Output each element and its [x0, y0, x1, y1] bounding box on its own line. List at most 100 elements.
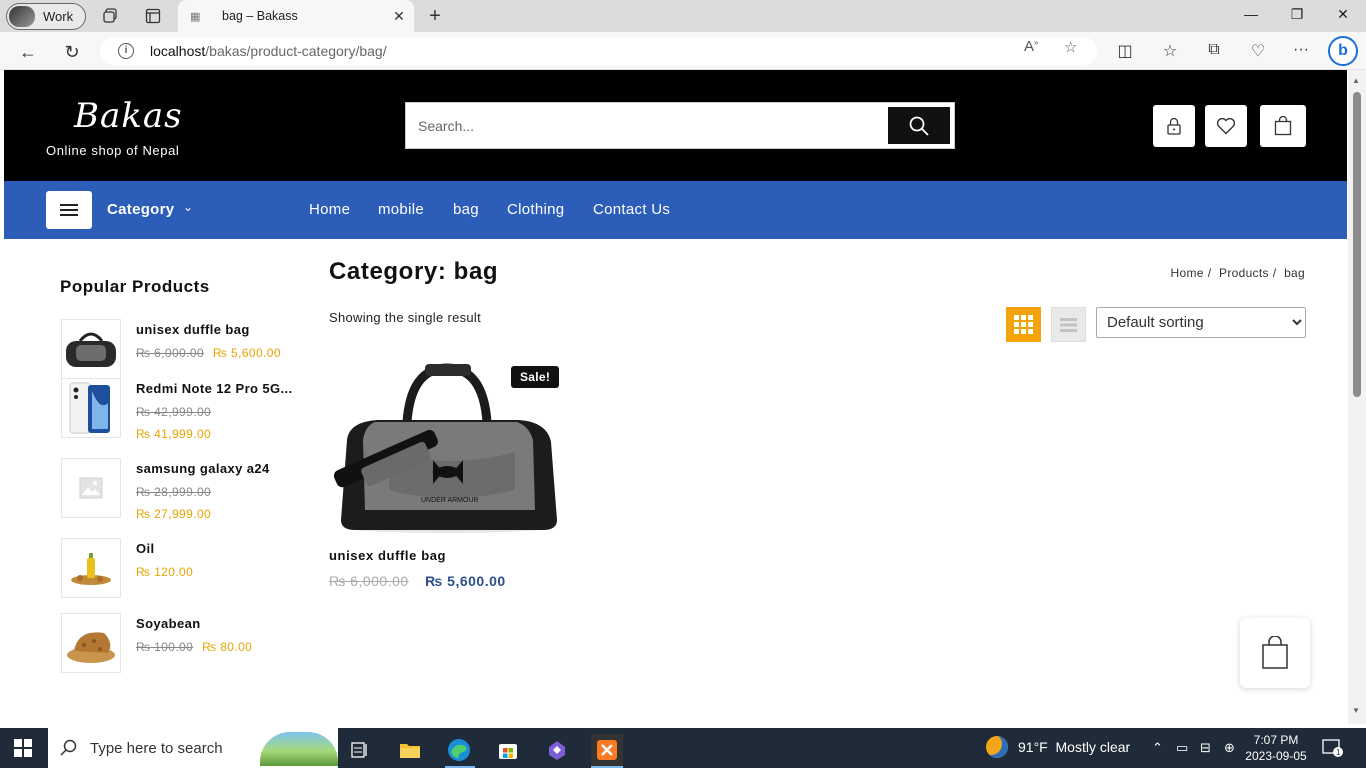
- product-name[interactable]: Soyabean: [136, 616, 296, 631]
- cart-button[interactable]: [1260, 105, 1306, 147]
- profile-label: Work: [43, 9, 74, 24]
- breadcrumb-products[interactable]: Products: [1219, 266, 1269, 280]
- scrollbar-thumb[interactable]: [1353, 92, 1361, 397]
- task-view-icon[interactable]: [344, 734, 376, 766]
- notification-center-icon[interactable]: 1: [1322, 738, 1344, 763]
- notification-count: 1: [1336, 748, 1341, 757]
- hamburger-menu-button[interactable]: [46, 191, 92, 229]
- breadcrumb: Home / Products / bag: [1167, 266, 1305, 280]
- clock-time: 7:07 PM: [1253, 733, 1299, 747]
- breadcrumb-current: bag: [1284, 266, 1305, 280]
- list-view-button[interactable]: [1051, 307, 1086, 342]
- close-window-icon[interactable]: ✕: [1328, 6, 1358, 23]
- split-screen-icon[interactable]: ◫: [1114, 41, 1136, 61]
- nav-link-contact-us[interactable]: Contact Us: [593, 201, 670, 218]
- old-price: ₨ 28,999.00: [136, 485, 212, 499]
- result-count: Showing the single result: [329, 310, 482, 325]
- taskbar-search[interactable]: Type here to search: [48, 728, 338, 768]
- avatar: [9, 6, 35, 27]
- system-clock[interactable]: 7:07 PM 2023-09-05: [1245, 732, 1307, 764]
- nav-link-bag[interactable]: bag: [453, 201, 479, 218]
- popular-products-heading: Popular Products: [60, 277, 210, 296]
- image-placeholder-icon: [79, 477, 103, 499]
- grid-icon: [1014, 315, 1033, 334]
- search-icon: [909, 116, 929, 136]
- windows-start-icon[interactable]: [14, 739, 32, 762]
- close-tab-icon[interactable]: ✕: [390, 8, 408, 25]
- language-globe-icon[interactable]: ⊕: [1224, 740, 1235, 756]
- price: ₨ 120.00: [136, 565, 194, 579]
- meet-now-icon[interactable]: ▭: [1176, 740, 1188, 756]
- site-info-icon[interactable]: i: [118, 43, 134, 59]
- workspaces-icon[interactable]: [101, 6, 121, 26]
- browser-tab-strip: Work ▦ bag – Bakass ✕ + — ❐ ✕: [0, 0, 1366, 32]
- reload-icon[interactable]: ↻: [61, 41, 83, 63]
- network-icon[interactable]: ⊟: [1200, 740, 1211, 756]
- nav-link-clothing[interactable]: Clothing: [507, 201, 564, 218]
- floating-cart-button[interactable]: [1240, 618, 1310, 688]
- active-tab[interactable]: ▦ bag – Bakass ✕: [178, 0, 414, 32]
- more-menu-icon[interactable]: ···: [1290, 41, 1312, 59]
- product-thumbnail[interactable]: [61, 319, 121, 379]
- visual-studio-icon[interactable]: [541, 734, 573, 766]
- xampp-icon[interactable]: [591, 734, 623, 766]
- address-bar[interactable]: i localhost/bakas/product-category/bag/: [100, 37, 1097, 65]
- browser-essentials-icon[interactable]: ♡: [1247, 41, 1269, 61]
- sale-price: ₨ 41,999.00: [136, 427, 212, 441]
- back-icon[interactable]: ←: [17, 41, 39, 63]
- product-thumbnail[interactable]: [61, 378, 121, 438]
- new-tab-icon[interactable]: +: [425, 5, 445, 27]
- page-scrollbar[interactable]: ▲ ▼: [1348, 70, 1366, 724]
- weather-temperature: 91°F: [1018, 739, 1048, 755]
- product-thumbnail[interactable]: [61, 613, 121, 673]
- search-input[interactable]: [406, 103, 886, 148]
- lock-icon: [1167, 117, 1181, 135]
- nav-link-mobile[interactable]: mobile: [378, 201, 424, 218]
- sale-price: ₨ 5,600.00: [425, 573, 506, 589]
- scroll-down-icon[interactable]: ▼: [1352, 706, 1360, 715]
- old-price: ₨ 6,000.00: [329, 573, 409, 589]
- breadcrumb-home[interactable]: Home: [1171, 266, 1204, 280]
- grid-view-button[interactable]: [1006, 307, 1041, 342]
- browser-toolbar: ← ↻ i localhost/bakas/product-category/b…: [0, 32, 1366, 70]
- site-tagline: Online shop of Nepal: [46, 143, 180, 158]
- edge-browser-icon[interactable]: [443, 734, 475, 766]
- chevron-down-icon[interactable]: ⌄: [183, 200, 193, 214]
- category-dropdown-label[interactable]: Category: [107, 201, 174, 218]
- product-thumbnail[interactable]: [61, 458, 121, 518]
- nav-link-home[interactable]: Home: [309, 201, 350, 218]
- favorites-icon[interactable]: ☆: [1159, 41, 1181, 61]
- product-name[interactable]: Oil: [136, 541, 296, 556]
- file-explorer-icon[interactable]: [394, 734, 426, 766]
- url-path: /bakas/product-category/bag/: [205, 43, 387, 59]
- restore-icon[interactable]: ❐: [1282, 6, 1312, 23]
- tab-actions-icon[interactable]: [143, 6, 163, 26]
- sale-price: ₨ 5,600.00: [212, 346, 281, 360]
- bing-copilot-icon[interactable]: b: [1328, 36, 1358, 66]
- sorting-select[interactable]: Default sorting: [1096, 307, 1306, 338]
- profile-button[interactable]: Work: [6, 3, 86, 30]
- weather-widget[interactable]: 91°F Mostly clear: [986, 736, 1130, 758]
- wishlist-button[interactable]: [1205, 105, 1247, 147]
- account-button[interactable]: [1153, 105, 1195, 147]
- search-button[interactable]: [888, 107, 950, 144]
- minimize-icon[interactable]: —: [1236, 6, 1266, 22]
- product-name[interactable]: unisex duffle bag: [136, 322, 296, 337]
- favorite-star-icon[interactable]: ☆: [1064, 38, 1077, 56]
- read-aloud-icon[interactable]: A»: [1024, 38, 1038, 55]
- scroll-up-icon[interactable]: ▲: [1352, 76, 1360, 85]
- url-text[interactable]: localhost/bakas/product-category/bag/: [150, 43, 387, 59]
- weather-moon-icon: [986, 736, 1008, 758]
- breadcrumb-separator: /: [1207, 266, 1212, 280]
- heart-icon: [1216, 117, 1236, 135]
- old-price: ₨ 100.00: [136, 640, 194, 654]
- url-host: localhost: [150, 43, 206, 59]
- product-name[interactable]: Redmi Note 12 Pro 5G...: [136, 381, 296, 396]
- product-thumbnail[interactable]: [61, 538, 121, 598]
- product-title[interactable]: unisex duffle bag: [329, 548, 446, 563]
- collections-icon[interactable]: ⧉: [1203, 41, 1225, 59]
- site-logo[interactable]: Bakas: [74, 96, 183, 136]
- product-name[interactable]: samsung galaxy a24: [136, 461, 296, 476]
- chevron-up-icon[interactable]: ⌃: [1152, 740, 1163, 756]
- microsoft-store-icon[interactable]: [492, 734, 524, 766]
